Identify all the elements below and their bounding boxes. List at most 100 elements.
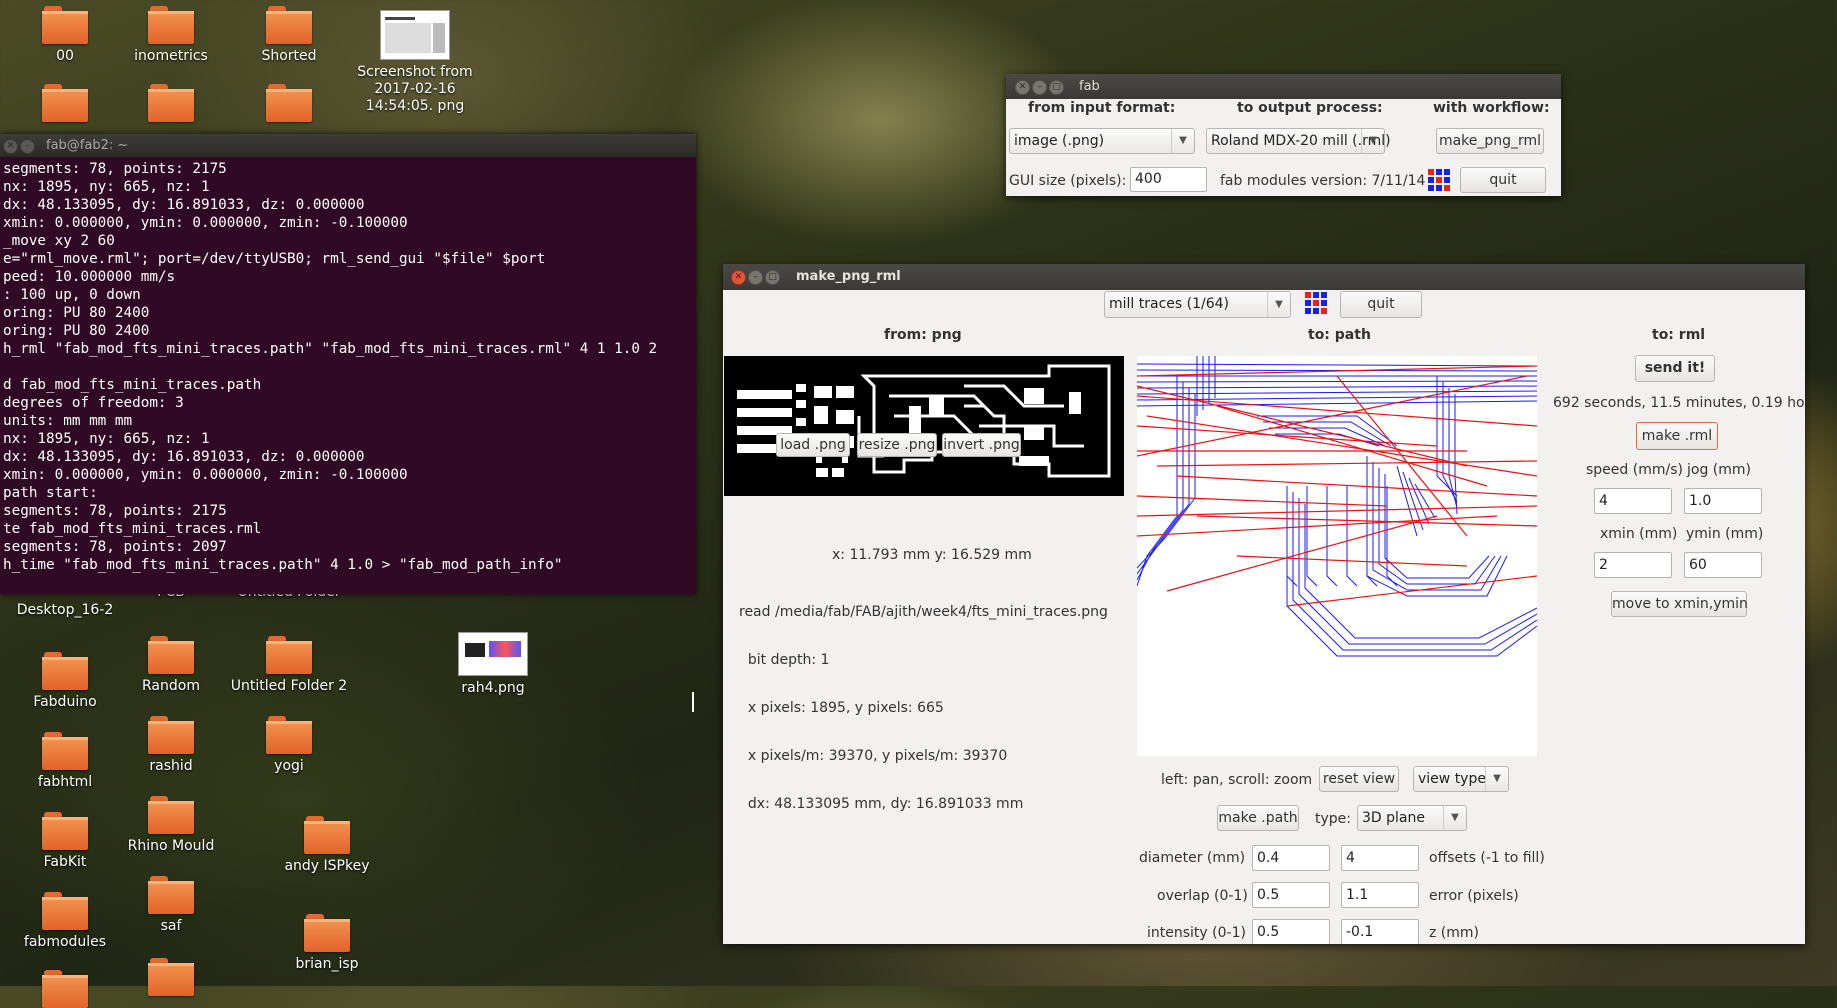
desktop-icon-label: andy ISPkey bbox=[284, 858, 370, 874]
folder-icon bbox=[42, 652, 88, 690]
toolpath-contour bbox=[1137, 376, 1178, 587]
make-titlebar[interactable]: ✕ – □ make_png_rml bbox=[723, 264, 1805, 290]
xmin-input[interactable]: 2 bbox=[1594, 552, 1672, 578]
terminal-output[interactable]: segments: 78, points: 2175 nx: 1895, ny:… bbox=[0, 157, 696, 574]
fab-titlebar[interactable]: ✕ – □ fab bbox=[1006, 74, 1561, 99]
ymin-input[interactable]: 60 bbox=[1684, 552, 1762, 578]
make-quit-button[interactable]: quit bbox=[1340, 291, 1422, 318]
toolpath-segment bbox=[1216, 405, 1488, 487]
workflow-button[interactable]: make_png_rml bbox=[1436, 128, 1544, 154]
toolpath-contour bbox=[1286, 486, 1298, 587]
to-path-header: to: path bbox=[1308, 327, 1371, 343]
folder-icon-item[interactable]: Desktop_16-2 bbox=[0, 598, 130, 619]
folder-icon-item[interactable] bbox=[106, 958, 236, 996]
desktop-icon-label: Desktop_16-2 bbox=[16, 602, 114, 618]
pan-zoom-hint: left: pan, scroll: zoom bbox=[1161, 772, 1313, 788]
folder-icon-item[interactable]: saf bbox=[106, 876, 236, 935]
folder-icon-item[interactable]: brian_isp bbox=[262, 914, 392, 973]
close-icon[interactable]: ✕ bbox=[1015, 80, 1030, 95]
maximize-icon[interactable]: □ bbox=[765, 270, 780, 285]
folder-icon-item[interactable]: Untitled Folder 2 bbox=[224, 636, 354, 695]
minimize-icon[interactable]: – bbox=[748, 270, 763, 285]
move-to-xmin-ymin-button[interactable]: move to xmin,ymin bbox=[1611, 591, 1748, 617]
folder-icon bbox=[148, 796, 194, 834]
invert-png-button[interactable]: invert .png bbox=[942, 433, 1021, 457]
error-input[interactable]: 1.1 bbox=[1341, 882, 1419, 908]
toolpath-contour bbox=[1366, 456, 1508, 597]
folder-icon bbox=[266, 716, 312, 754]
folder-icon-item[interactable]: andy ISPkey bbox=[262, 816, 392, 875]
resize-png-button[interactable]: resize .png bbox=[857, 433, 937, 457]
to-output-process-label: to output process: bbox=[1237, 100, 1383, 116]
png-preview[interactable] bbox=[724, 356, 1124, 496]
folder-icon-item[interactable]: Shorted bbox=[224, 6, 354, 65]
send-it-button[interactable]: send it! bbox=[1635, 355, 1715, 382]
type-select[interactable]: 3D plane ▼ bbox=[1357, 805, 1467, 831]
offsets-input[interactable]: 4 bbox=[1341, 845, 1419, 871]
chevron-down-icon: ▼ bbox=[1443, 806, 1466, 830]
desktop-icon-label: fabmodules bbox=[23, 934, 107, 950]
folder-icon-item[interactable]: inometrics bbox=[106, 6, 236, 65]
folder-icon bbox=[42, 84, 88, 122]
close-icon[interactable]: ✕ bbox=[3, 139, 18, 154]
diameter-input[interactable]: 0.4 bbox=[1252, 845, 1330, 871]
speed-label: speed (mm/s) bbox=[1586, 462, 1683, 478]
folder-icon bbox=[266, 6, 312, 44]
folder-icon bbox=[148, 876, 194, 914]
folder-icon bbox=[148, 6, 194, 44]
folder-icon bbox=[42, 732, 88, 770]
folder-icon-item[interactable]: Random bbox=[106, 636, 236, 695]
image-file-item[interactable]: Screenshot from 2017-02-16 14:54:05. png bbox=[350, 10, 480, 115]
desktop-icon-label: yogi bbox=[274, 758, 304, 774]
folder-icon bbox=[148, 84, 194, 122]
desktop-icon-label: Rhino Mould bbox=[127, 838, 215, 854]
speed-input[interactable]: 4 bbox=[1594, 488, 1672, 514]
load-png-button[interactable]: load .png bbox=[776, 433, 850, 457]
minimize-icon[interactable]: – bbox=[20, 139, 35, 154]
make-png-rml-window[interactable]: ✕ – □ make_png_rml mill traces (1/64) ▼ q… bbox=[723, 264, 1805, 944]
image-file-item[interactable]: rah4.png bbox=[428, 632, 558, 697]
z-label: z (mm) bbox=[1429, 925, 1479, 941]
output-process-select[interactable]: Roland MDX-20 mill (.rml) ▼ bbox=[1206, 128, 1391, 154]
view-type-select[interactable]: view type ▼ bbox=[1413, 766, 1509, 792]
input-format-select[interactable]: image (.png) ▼ bbox=[1009, 128, 1195, 154]
reset-view-button[interactable]: reset view bbox=[1319, 766, 1399, 792]
folder-icon-item[interactable]: yogi bbox=[224, 716, 354, 775]
z-input[interactable]: -0.1 bbox=[1341, 919, 1419, 944]
view-type-value: view type bbox=[1418, 771, 1486, 787]
fab-logo-icon bbox=[1305, 292, 1327, 314]
folder-icon-item[interactable]: rashid bbox=[106, 716, 236, 775]
desktop-icon-label: Shorted bbox=[261, 48, 317, 64]
toolpath-contour bbox=[1372, 462, 1502, 591]
intensity-input[interactable]: 0.5 bbox=[1252, 919, 1330, 944]
desktop-icon-label: Random bbox=[142, 678, 200, 694]
desktop-icon-label: FabKit bbox=[43, 854, 87, 870]
desktop-icon-label: Screenshot from 2017-02-16 14:54:05. png bbox=[357, 64, 473, 114]
terminal-window[interactable]: ✕ – fab@fab2: ~ segments: 78, points: 21… bbox=[0, 134, 696, 712]
process-select[interactable]: mill traces (1/64) ▼ bbox=[1104, 291, 1291, 318]
chevron-down-icon: ▼ bbox=[1485, 767, 1508, 791]
fab-window[interactable]: ✕ – □ fab from input format: to output p… bbox=[1006, 74, 1561, 196]
jog-input[interactable]: 1.0 bbox=[1684, 488, 1762, 514]
close-icon[interactable]: ✕ bbox=[731, 270, 746, 285]
path-viewer[interactable] bbox=[1137, 356, 1537, 756]
offsets-label: offsets (-1 to fill) bbox=[1429, 850, 1545, 866]
toolpath-contour bbox=[1378, 468, 1496, 585]
fab-quit-button[interactable]: quit bbox=[1460, 167, 1546, 193]
folder-icon-item[interactable] bbox=[224, 84, 354, 122]
maximize-icon[interactable]: □ bbox=[1049, 80, 1064, 95]
folder-icon-item[interactable] bbox=[106, 84, 236, 122]
make-rml-button[interactable]: make .rml bbox=[1636, 422, 1718, 450]
gui-size-input[interactable]: 400 bbox=[1130, 167, 1207, 192]
png-info-line: read /media/fab/FAB/ajith/week4/fts_mini… bbox=[739, 604, 1108, 620]
terminal-titlebar[interactable]: ✕ – fab@fab2: ~ bbox=[0, 134, 696, 157]
make-path-button[interactable]: make .path bbox=[1217, 805, 1299, 831]
jog-label: jog (mm) bbox=[1687, 462, 1751, 478]
minimize-icon[interactable]: – bbox=[1032, 80, 1047, 95]
toolpath-contour bbox=[1346, 486, 1358, 587]
toolpath-contour bbox=[1137, 382, 1184, 581]
folder-icon-item[interactable]: Rhino Mould bbox=[106, 796, 236, 855]
overlap-input[interactable]: 0.5 bbox=[1252, 882, 1330, 908]
desktop-icon-label: Untitled Folder 2 bbox=[230, 678, 348, 694]
desktop-icon-label: rah4.png bbox=[461, 680, 525, 696]
